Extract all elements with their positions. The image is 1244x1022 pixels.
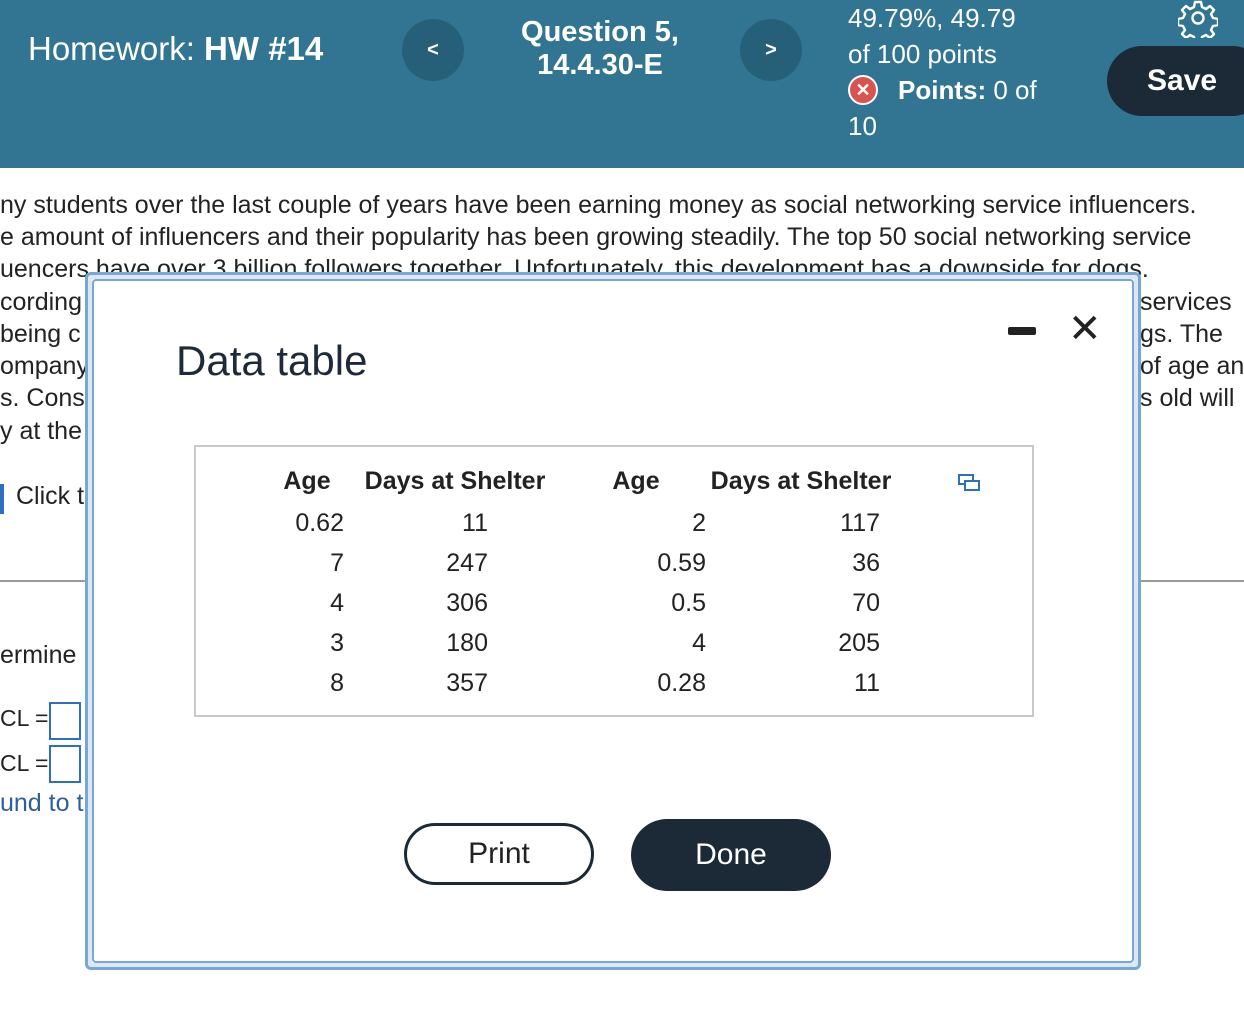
close-icon[interactable]: ✕ <box>1068 309 1102 349</box>
table-cell: 4 <box>692 628 706 657</box>
score-points: of 100 points <box>848 39 997 69</box>
column-header: Age <box>612 466 660 495</box>
score-percent: 49.79%, 49.79 <box>848 3 1016 33</box>
question-title: Question 5, 14.4.30-E <box>490 16 710 82</box>
top-bar: Homework: HW #14 < Question 5, 14.4.30-E… <box>0 0 1244 168</box>
click-link-text[interactable]: Click t <box>16 482 84 511</box>
table-cell: 357 <box>446 668 488 697</box>
table-cell: 117 <box>840 508 880 537</box>
table-row: 4 306 0.5 70 <box>270 583 896 623</box>
question-points: ✕ Points: 0 of <box>848 72 1037 108</box>
rounding-instruction: und to t <box>0 789 84 817</box>
question-text-fragment: ompany <box>0 352 89 380</box>
x-circle-icon: ✕ <box>848 75 878 105</box>
table-cell: 36 <box>852 548 880 577</box>
data-table: Age Days at Shelter Age Days at Shelter … <box>270 459 896 703</box>
table-cell: 70 <box>852 588 880 617</box>
table-cell: 11 <box>854 668 880 697</box>
table-cell: 0.28 <box>657 668 706 697</box>
table-cell: 247 <box>446 548 488 577</box>
homework-name: HW #14 <box>204 30 324 67</box>
table-row: 8 357 0.28 11 <box>270 663 896 703</box>
print-button[interactable]: Print <box>404 823 594 885</box>
minimize-icon[interactable] <box>1008 327 1036 335</box>
ucl-answer-input[interactable] <box>49 745 81 783</box>
divider <box>1140 580 1244 582</box>
chevron-left-icon: < <box>427 38 439 61</box>
question-text-fragment: s. Cons <box>0 384 85 412</box>
question-text-line: e amount of influencers and their popula… <box>0 223 1192 251</box>
column-header: Days at Shelter <box>710 466 892 495</box>
column-header: Days at Shelter <box>364 466 546 495</box>
homework-label: Homework: <box>28 30 195 67</box>
question-prompt: ermine <box>0 641 77 669</box>
data-table-dialog: Data table ✕ Age Days at Shelter Age Day… <box>85 272 1141 970</box>
table-cell: 7 <box>330 548 344 577</box>
question-text-fragment: y at the <box>0 417 82 445</box>
question-text-fragment: being c <box>0 320 81 348</box>
chevron-right-icon: > <box>765 38 777 61</box>
table-cell: 11 <box>462 508 488 537</box>
data-table-container: Age Days at Shelter Age Days at Shelter … <box>194 445 1034 717</box>
table-cell: 0.62 <box>295 508 344 537</box>
column-header: Age <box>283 466 331 495</box>
table-cell: 205 <box>838 628 880 657</box>
question-text-line: ny students over the last couple of year… <box>0 191 1197 219</box>
save-button[interactable]: Save <box>1107 46 1244 116</box>
lcl-answer-input[interactable] <box>49 702 81 740</box>
table-row: 7 247 0.59 36 <box>270 543 896 583</box>
table-cell: 2 <box>692 508 706 537</box>
previous-question-button[interactable]: < <box>402 19 464 81</box>
table-cell: 306 <box>446 588 488 617</box>
question-number: Question 5, <box>521 16 679 48</box>
question-text-fragment: cording t <box>0 288 96 316</box>
done-button[interactable]: Done <box>631 819 831 891</box>
question-text-fragment: services <box>1140 288 1232 316</box>
question-text-fragment: gs. The <box>1140 320 1223 348</box>
question-text-fragment: s old will <box>1140 384 1235 412</box>
table-row: 3 180 4 205 <box>270 623 896 663</box>
table-cell: 8 <box>330 668 344 697</box>
next-question-button[interactable]: > <box>740 19 802 81</box>
hint-marker <box>0 484 4 514</box>
copy-icon[interactable] <box>958 473 980 491</box>
table-cell: 0.59 <box>657 548 706 577</box>
table-cell: 4 <box>330 588 344 617</box>
table-cell: 0.5 <box>671 588 706 617</box>
question-id: 14.4.30-E <box>537 49 663 81</box>
question-text-fragment: of age an <box>1140 352 1244 380</box>
gear-icon[interactable] <box>1178 0 1218 38</box>
lcl-label: CL = <box>0 705 49 731</box>
points-total: 10 <box>848 111 877 141</box>
points-value: 0 of <box>993 75 1037 105</box>
homework-title: Homework: HW #14 <box>28 30 323 68</box>
table-cell: 180 <box>446 628 488 657</box>
table-header-row: Age Days at Shelter Age Days at Shelter <box>270 459 896 503</box>
score-summary: 49.79%, 49.79 of 100 points ✕ Points: 0 … <box>848 0 1037 144</box>
points-label: Points: <box>898 75 987 105</box>
ucl-label: CL = <box>0 750 49 776</box>
table-row: 0.62 11 2 117 <box>270 503 896 543</box>
dialog-title: Data table <box>176 337 368 384</box>
table-cell: 3 <box>330 628 344 657</box>
divider <box>0 580 85 582</box>
